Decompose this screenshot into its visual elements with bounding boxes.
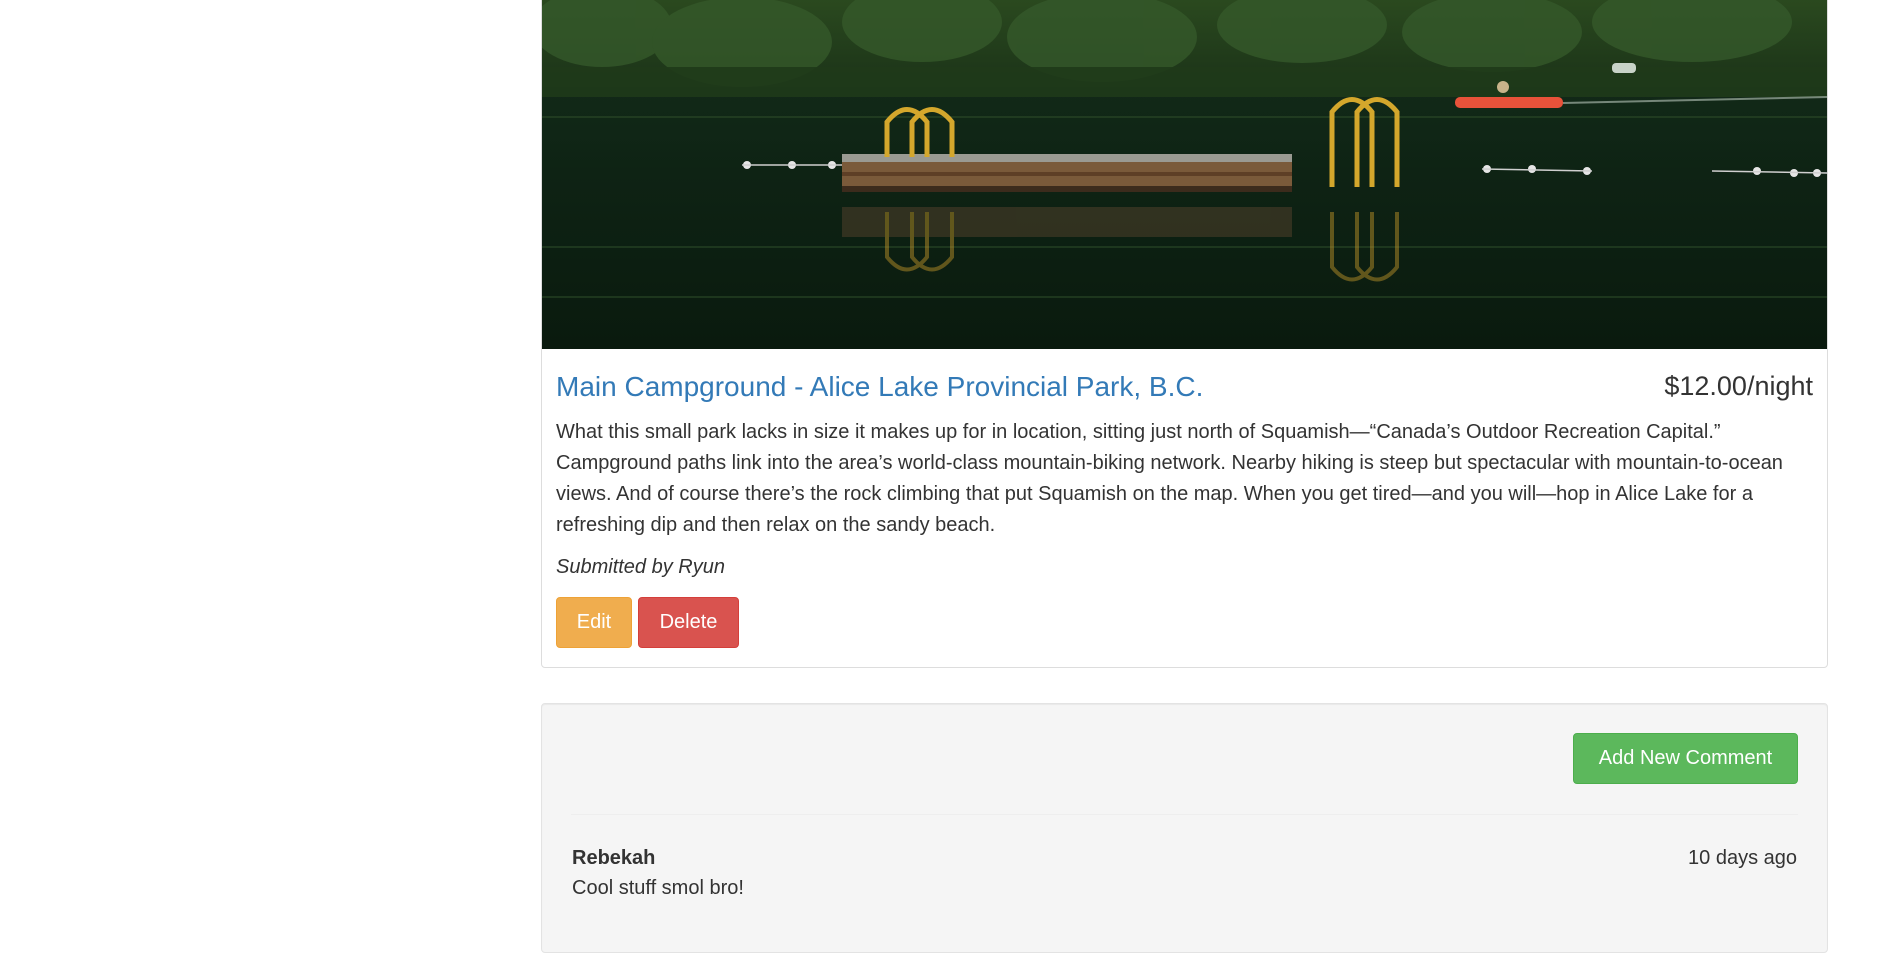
comments-divider <box>571 814 1798 815</box>
campground-title-link[interactable]: Main Campground - Alice Lake Provincial … <box>556 371 1203 403</box>
comment-text: Cool stuff smol bro! <box>572 877 744 899</box>
campground-card: Main Campground - Alice Lake Provincial … <box>541 0 1828 668</box>
campground-caption: Main Campground - Alice Lake Provincial … <box>556 357 1813 648</box>
comment-timestamp: 10 days ago <box>1688 847 1797 869</box>
campground-actions: Edit Delete <box>556 597 1813 648</box>
submitted-by: Submitted by Ryun <box>556 556 725 578</box>
edit-button[interactable]: Edit <box>556 597 632 648</box>
campground-photo <box>542 0 1827 349</box>
comments-well: Add New Comment Rebekah 10 days ago Cool… <box>541 703 1828 953</box>
comment-author: Rebekah <box>572 847 656 869</box>
campground-description: What this small park lacks in size it ma… <box>556 421 1783 536</box>
delete-button[interactable]: Delete <box>638 597 739 648</box>
add-comment-button[interactable]: Add New Comment <box>1573 733 1798 784</box>
title-row: Main Campground - Alice Lake Provincial … <box>556 357 1813 409</box>
page: Main Campground - Alice Lake Provincial … <box>0 0 1903 969</box>
campground-price: $12.00/night <box>1664 371 1813 401</box>
